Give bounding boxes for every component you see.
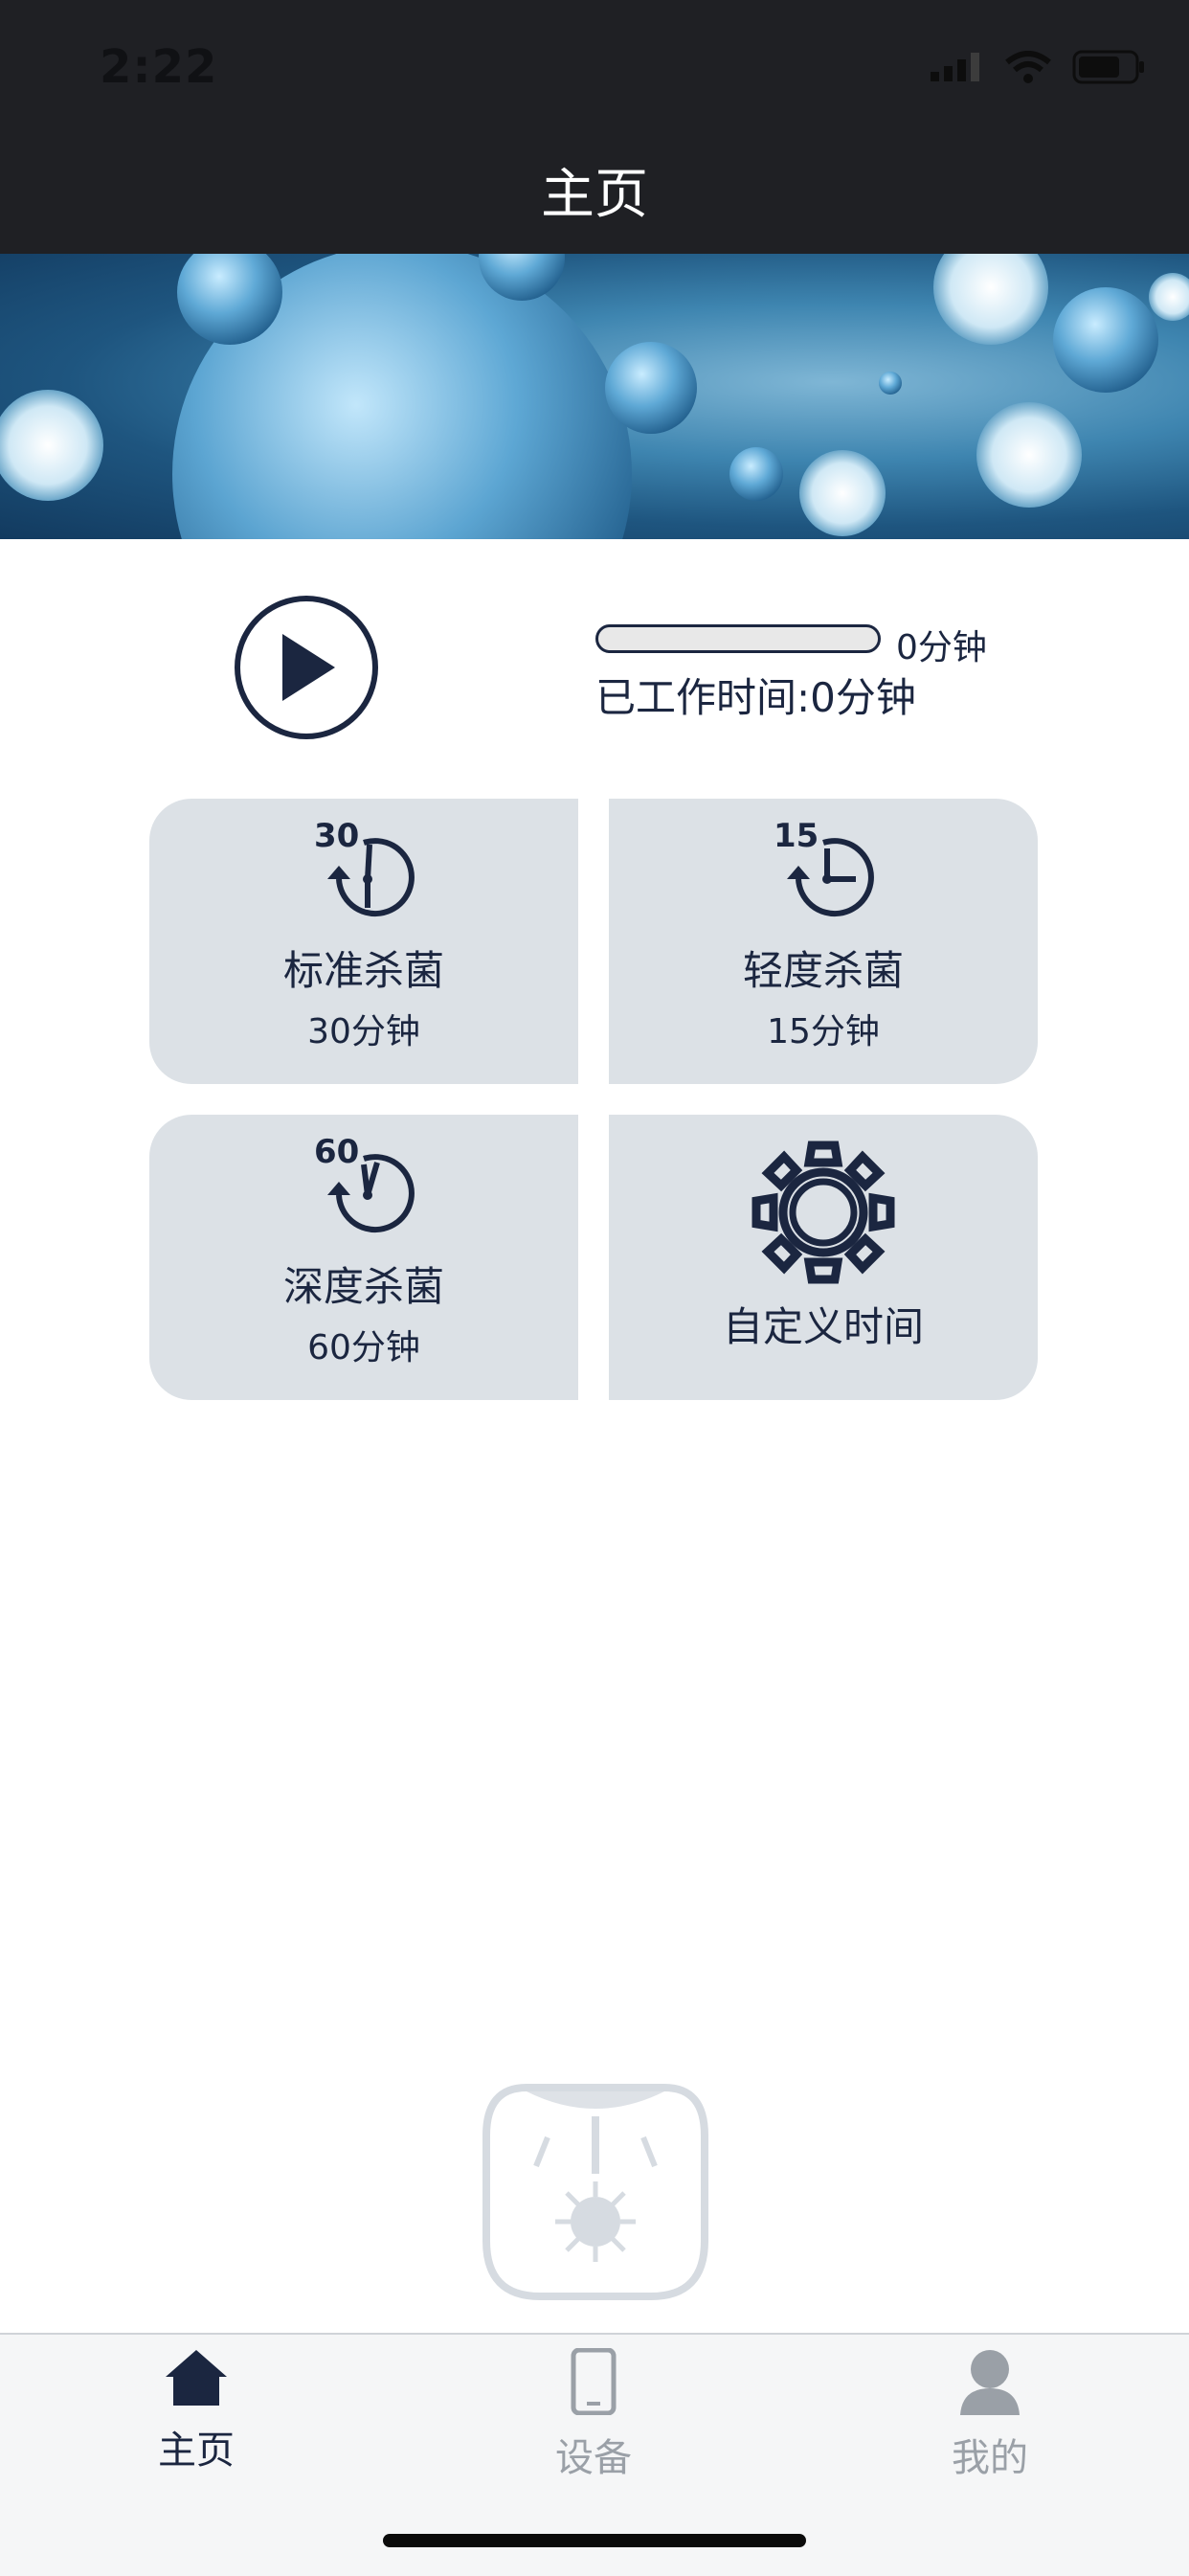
mode-card-light[interactable]: 15 轻度杀菌 15分钟 — [609, 799, 1038, 1084]
status-bar: 2:22 — [0, 0, 1189, 144]
mode-card-custom[interactable]: 自定义时间 — [609, 1115, 1038, 1400]
battery-icon — [1072, 50, 1144, 84]
mode-label: 自定义时间 — [722, 1303, 924, 1350]
nav-bar: 主页 — [0, 144, 1189, 254]
clock-60-icon: 60 — [314, 1133, 415, 1233]
clock-badge-30: 30 — [314, 817, 359, 855]
clock-30-icon: 30 — [314, 817, 415, 917]
gear-icon — [752, 1141, 895, 1284]
tab-home[interactable]: 主页 — [101, 2348, 292, 2474]
user-icon — [960, 2350, 1020, 2415]
clock-badge-15: 15 — [774, 817, 819, 855]
worked-time: 已工作时间:0分钟 — [595, 674, 916, 721]
play-icon — [282, 634, 335, 701]
play-button[interactable] — [235, 596, 378, 739]
mode-card-deep[interactable]: 60 深度杀菌 60分钟 — [149, 1115, 578, 1400]
clock-15-icon: 15 — [774, 817, 874, 917]
tab-device-label: 设备 — [555, 2436, 632, 2480]
mode-duration: 60分钟 — [307, 1328, 420, 1367]
hero-banner — [0, 254, 1189, 539]
clock-badge-60: 60 — [314, 1133, 359, 1171]
tab-home-label: 主页 — [158, 2429, 235, 2473]
mode-card-standard[interactable]: 30 标准杀菌 30分钟 — [149, 799, 578, 1084]
home-icon — [166, 2350, 227, 2406]
mode-duration: 30分钟 — [307, 1012, 420, 1051]
virus-illustration — [0, 254, 1189, 539]
home-indicator — [383, 2534, 806, 2547]
tab-device[interactable]: 设备 — [498, 2347, 689, 2482]
tab-mine-label: 我的 — [952, 2436, 1028, 2480]
mode-duration: 15分钟 — [767, 1012, 880, 1051]
mode-label: 深度杀菌 — [282, 1263, 444, 1310]
mode-label: 轻度杀菌 — [742, 947, 904, 994]
tab-mine[interactable]: 我的 — [894, 2348, 1086, 2482]
status-time: 2:22 — [100, 40, 218, 94]
progress-value: 0分钟 — [896, 628, 987, 667]
mode-label: 标准杀菌 — [282, 947, 444, 994]
phone-icon — [571, 2347, 617, 2416]
status-icons — [931, 50, 1147, 84]
page-title: 主页 — [541, 164, 648, 226]
sterilizer-device-icon — [482, 2084, 708, 2300]
wifi-icon — [1005, 51, 1051, 83]
signal-icon — [931, 53, 979, 81]
progress-bar — [595, 624, 881, 653]
